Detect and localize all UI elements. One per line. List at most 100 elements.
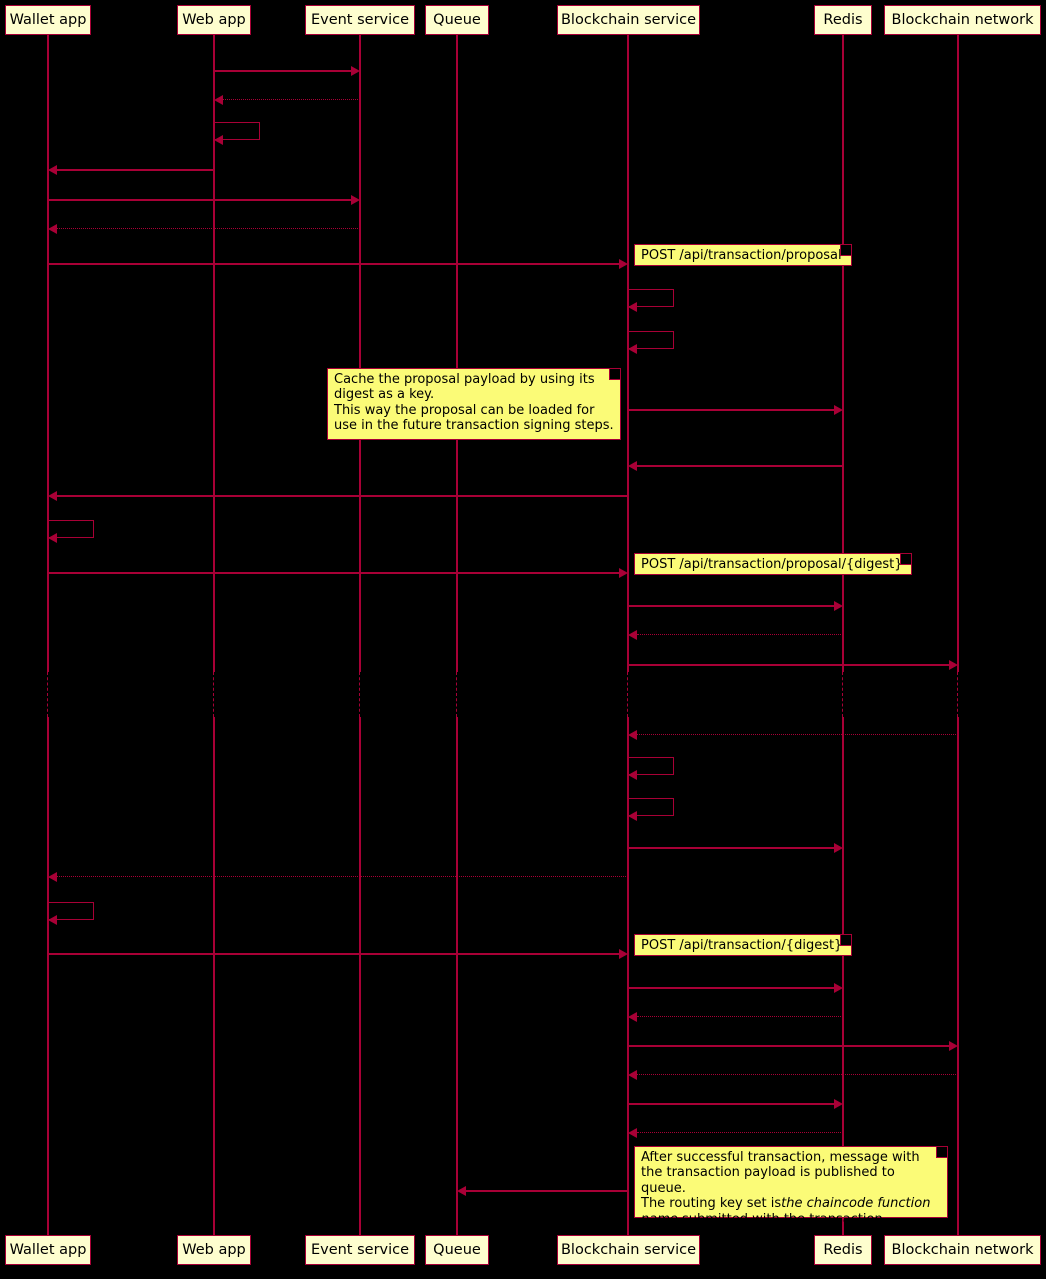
participant-box-wallet: Wallet app — [5, 1235, 91, 1265]
message-10-blockchain-to-redis-arrowhead — [834, 405, 843, 415]
note-dogear-icon — [840, 935, 851, 946]
message-31-blockchain-to-queue — [466, 1190, 628, 1192]
message-27-blockchain-to-network — [628, 1045, 949, 1047]
lifeline-delay-wallet — [47, 672, 49, 717]
message-20-blockchain-to-blockchain-arrowhead — [628, 811, 637, 821]
participant-label: Web app — [182, 1241, 246, 1258]
message-16-redis-to-blockchain-arrowhead — [628, 630, 637, 640]
participant-label: Queue — [433, 11, 481, 28]
lifeline-delay-blockchain — [627, 672, 629, 717]
participant-label: Blockchain service — [560, 1241, 697, 1258]
participant-label: Blockchain network — [891, 1241, 1034, 1258]
message-6-event-to-wallet — [57, 228, 360, 230]
message-17-blockchain-to-network-arrowhead — [949, 660, 958, 670]
note-dogear-icon — [900, 554, 911, 565]
lifeline-queue — [456, 717, 458, 1235]
note-dogear-icon — [609, 369, 620, 380]
message-28-network-to-blockchain-arrowhead — [628, 1070, 637, 1080]
message-11-redis-to-blockchain — [637, 465, 843, 467]
participant-box-redis: Redis — [814, 5, 872, 35]
participant-label: Blockchain network — [891, 11, 1034, 28]
message-30-redis-to-blockchain — [637, 1132, 843, 1134]
message-16-redis-to-blockchain — [637, 634, 843, 636]
lifeline-delay-queue — [456, 672, 458, 717]
message-1-web-to-event-arrowhead — [351, 66, 360, 76]
participant-box-network: Blockchain network — [884, 1235, 1041, 1265]
lifeline-event — [359, 35, 361, 672]
participant-box-network: Blockchain network — [884, 5, 1041, 35]
message-5-wallet-to-event — [48, 199, 351, 201]
message-14-wallet-to-blockchain — [48, 572, 619, 574]
note-note-queue-publish: After successful transaction, message wi… — [634, 1146, 948, 1227]
note-dogear-icon — [840, 245, 851, 256]
message-23-wallet-to-wallet-arrowhead — [48, 915, 57, 925]
message-19-blockchain-to-blockchain-arrowhead — [628, 770, 637, 780]
message-28-network-to-blockchain — [637, 1074, 958, 1076]
message-21-blockchain-to-redis — [628, 847, 834, 849]
message-24-wallet-to-blockchain-arrowhead — [619, 949, 628, 959]
message-25-blockchain-to-redis-arrowhead — [834, 983, 843, 993]
participant-box-blockchain: Blockchain service — [557, 1235, 700, 1265]
note-note-proposal: POST /api/transaction/proposal — [634, 244, 852, 266]
message-7-wallet-to-blockchain-arrowhead — [619, 259, 628, 269]
message-26-redis-to-blockchain — [637, 1016, 843, 1018]
participant-box-redis: Redis — [814, 1235, 872, 1265]
message-25-blockchain-to-redis — [628, 987, 834, 989]
note-note-proposal-digest: POST /api/transaction/proposal/{digest} — [634, 553, 912, 575]
message-3-web-to-web-arrowhead — [214, 135, 223, 145]
message-14-wallet-to-blockchain-arrowhead — [619, 568, 628, 578]
message-10-blockchain-to-redis — [628, 409, 834, 411]
message-15-blockchain-to-redis — [628, 605, 834, 607]
message-13-wallet-to-wallet-arrowhead — [48, 533, 57, 543]
message-31-blockchain-to-queue-arrowhead — [457, 1186, 466, 1196]
message-18-network-to-blockchain-arrowhead — [628, 730, 637, 740]
lifeline-network — [957, 717, 959, 1235]
participant-label: Redis — [823, 11, 863, 28]
message-12-blockchain-to-wallet — [57, 495, 628, 497]
lifeline-delay-redis — [842, 672, 844, 717]
participant-label: Web app — [182, 11, 246, 28]
participant-box-blockchain: Blockchain service — [557, 5, 700, 35]
message-21-blockchain-to-redis-arrowhead — [834, 843, 843, 853]
message-1-web-to-event — [214, 70, 351, 72]
message-8-blockchain-to-blockchain-arrowhead — [628, 302, 637, 312]
lifeline-redis — [842, 35, 844, 672]
lifeline-web — [213, 717, 215, 1235]
lifeline-delay-web — [213, 672, 215, 717]
message-2-event-to-web — [223, 99, 360, 101]
note-text: POST /api/transaction/proposal — [641, 248, 842, 263]
message-29-blockchain-to-redis-arrowhead — [834, 1099, 843, 1109]
participant-box-event: Event service — [305, 5, 415, 35]
note-text: POST /api/transaction/{digest} — [641, 938, 843, 953]
lifeline-queue — [456, 35, 458, 672]
message-11-redis-to-blockchain-arrowhead — [628, 461, 637, 471]
participant-box-queue: Queue — [425, 1235, 489, 1265]
participant-label: Queue — [433, 1241, 481, 1258]
message-4-web-to-wallet-arrowhead — [48, 165, 57, 175]
participant-box-event: Event service — [305, 1235, 415, 1265]
participant-label: Event service — [310, 11, 410, 28]
message-29-blockchain-to-redis — [628, 1103, 834, 1105]
participant-label: Wallet app — [9, 1241, 87, 1258]
participant-box-web: Web app — [177, 5, 251, 35]
sequence-diagram: Wallet app Wallet app Web app Web app Event … — [0, 0, 1046, 1279]
message-30-redis-to-blockchain-arrowhead — [628, 1128, 637, 1138]
note-dogear-icon — [936, 1147, 947, 1158]
participant-box-web: Web app — [177, 1235, 251, 1265]
participant-label: Blockchain service — [560, 11, 697, 28]
note-text: Cache the proposal payload by using its … — [334, 372, 614, 434]
note-text-segment: submitted with the transaction. — [677, 1211, 887, 1227]
message-22-blockchain-to-wallet-arrowhead — [48, 872, 57, 882]
note-note-cache: Cache the proposal payload by using its … — [327, 368, 621, 440]
message-2-event-to-web-arrowhead — [214, 95, 223, 105]
lifeline-blockchain — [627, 717, 629, 1235]
message-22-blockchain-to-wallet — [57, 876, 628, 878]
message-27-blockchain-to-network-arrowhead — [949, 1041, 958, 1051]
message-26-redis-to-blockchain-arrowhead — [628, 1012, 637, 1022]
note-note-transaction-digest: POST /api/transaction/{digest} — [634, 934, 852, 956]
message-7-wallet-to-blockchain — [48, 263, 619, 265]
participant-box-wallet: Wallet app — [5, 5, 91, 35]
participant-label: Event service — [310, 1241, 410, 1258]
message-24-wallet-to-blockchain — [48, 953, 619, 955]
participant-label: Wallet app — [9, 11, 87, 28]
